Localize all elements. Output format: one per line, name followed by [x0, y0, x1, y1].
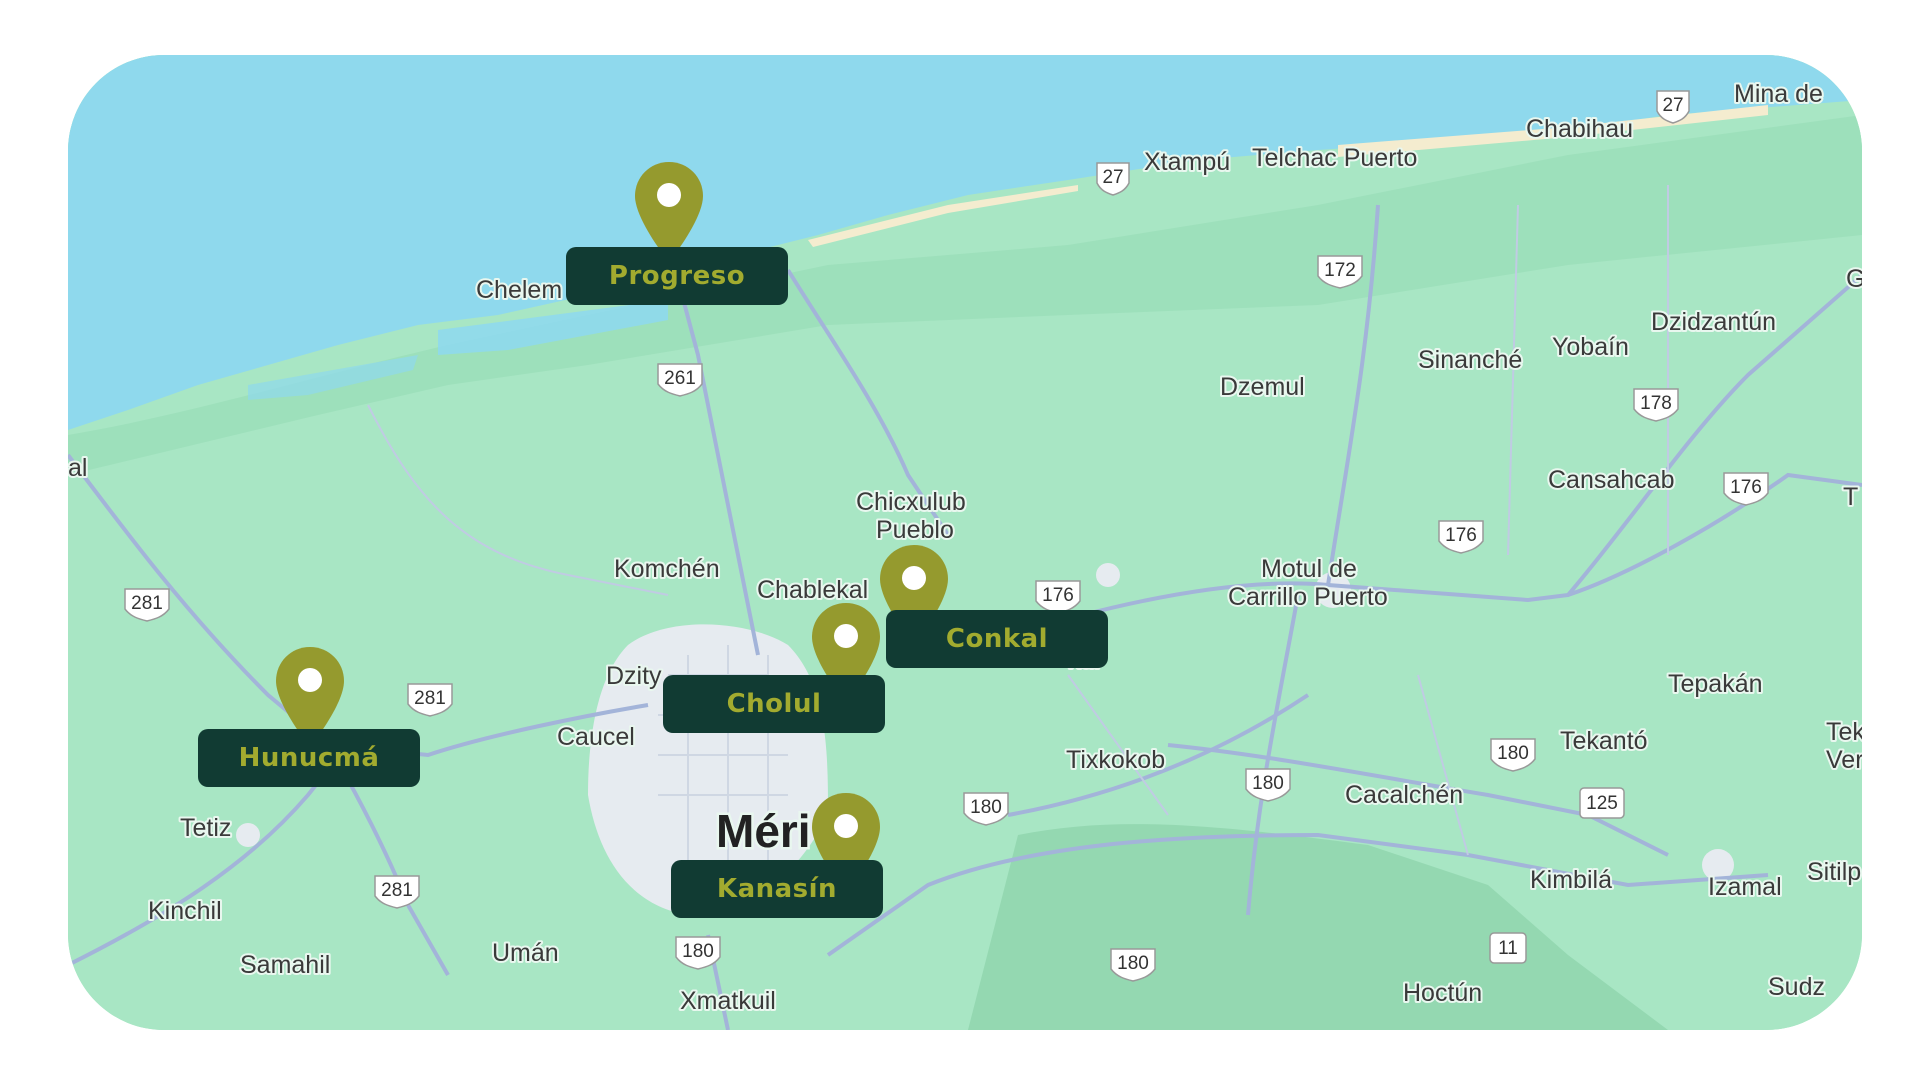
- shield-281a: 281: [131, 593, 163, 614]
- shield-180e: 180: [1117, 953, 1149, 974]
- place-tekanto: Tekantó: [1560, 727, 1648, 755]
- shield-176c: 176: [1042, 585, 1074, 606]
- place-chicxulub: Chicxulub: [856, 488, 966, 516]
- city-merida-label: Méri: [716, 805, 811, 857]
- place-cacalchen: Cacalchén: [1345, 781, 1463, 809]
- place-yobain: Yobaín: [1552, 333, 1629, 361]
- place-cansahcab: Cansahcab: [1548, 466, 1674, 494]
- map-canvas[interactable]: 27 27 172 261 178 176 176 176 281 281 28…: [68, 55, 1862, 1030]
- place-sudz: Sudz: [1768, 973, 1825, 1001]
- place-uman: Umán: [492, 939, 559, 967]
- shield-261: 261: [664, 368, 696, 389]
- place-motul: Motul de: [1261, 555, 1357, 583]
- shield-180a: 180: [970, 797, 1002, 818]
- marker-label-conkal[interactable]: Conkal: [886, 610, 1108, 668]
- map-background: 27 27 172 261 178 176 176 176 281 281 28…: [68, 55, 1862, 1030]
- place-samahil: Samahil: [240, 951, 330, 979]
- shield-281c: 281: [381, 880, 413, 901]
- shield-176a: 176: [1730, 477, 1762, 498]
- marker-label-cholul[interactable]: Cholul: [663, 675, 885, 733]
- place-komchen: Komchén: [614, 555, 720, 583]
- shield-11: 11: [1498, 938, 1518, 959]
- place-sinanche: Sinanché: [1418, 346, 1522, 374]
- place-dzidzantun: Dzidzantún: [1651, 308, 1776, 336]
- place-carrillo-puerto: Carrillo Puerto: [1228, 583, 1388, 611]
- shield-180b: 180: [1252, 773, 1284, 794]
- place-dzemul: Dzemul: [1220, 373, 1305, 401]
- shield-27b: 27: [1102, 167, 1123, 188]
- place-mina-de: Mina de: [1734, 80, 1823, 108]
- place-kinchil: Kinchil: [148, 897, 222, 925]
- marker-label-kanasin[interactable]: Kanasín: [671, 860, 883, 918]
- place-chablekal: Chablekal: [757, 576, 868, 604]
- place-chelem: Chelem: [476, 276, 562, 304]
- place-sitilp: Sitilp: [1807, 858, 1861, 886]
- shield-180c: 180: [1497, 743, 1529, 764]
- place-chicxulub-pueblo: Pueblo: [876, 516, 954, 544]
- place-dzityа: Dzity: [606, 662, 662, 690]
- shield-172: 172: [1324, 260, 1356, 281]
- place-caucel: Caucel: [557, 723, 635, 751]
- place-telchac-puerto: Telchac Puerto: [1252, 144, 1417, 172]
- place-tepakan: Tepakán: [1668, 670, 1763, 698]
- shield-27a: 27: [1662, 95, 1683, 116]
- place-t: T: [1843, 483, 1858, 511]
- place-tixkokob: Tixkokob: [1066, 746, 1165, 774]
- shield-125: 125: [1586, 793, 1618, 814]
- place-xtampu: Xtampú: [1144, 148, 1230, 176]
- place-al: al: [68, 454, 87, 482]
- marker-label-hunucma[interactable]: Hunucmá: [198, 729, 420, 787]
- place-izamal: Izamal: [1708, 873, 1782, 901]
- marker-label-progreso[interactable]: Progreso: [566, 247, 788, 305]
- shield-176b: 176: [1445, 525, 1477, 546]
- shield-178: 178: [1640, 393, 1672, 414]
- place-xmatkuil: Xmatkuil: [680, 987, 776, 1015]
- place-ver: Ver: [1826, 746, 1862, 774]
- shield-281b: 281: [414, 688, 446, 709]
- place-tetiz: Tetiz: [180, 814, 231, 842]
- place-hoctun: Hoctún: [1403, 979, 1482, 1007]
- place-chabihau: Chabihau: [1526, 115, 1633, 143]
- place-g: G: [1846, 265, 1862, 293]
- place-kimbila: Kimbilá: [1530, 866, 1612, 894]
- place-tek: Tek: [1826, 718, 1862, 746]
- shield-180d: 180: [682, 941, 714, 962]
